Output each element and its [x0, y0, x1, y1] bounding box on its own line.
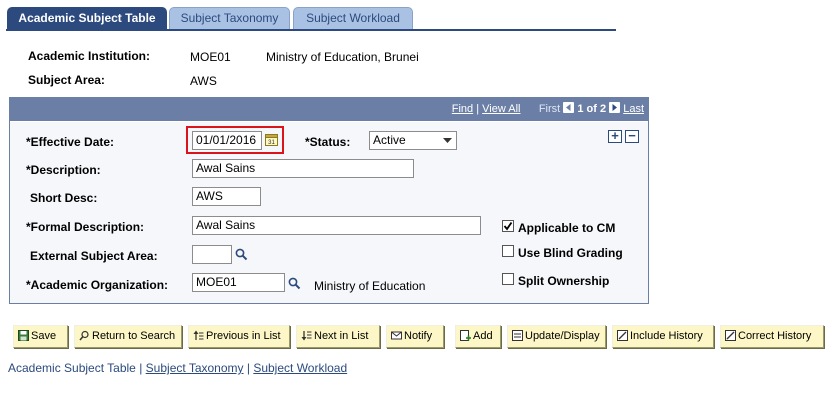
status-select[interactable]: Active — [369, 131, 457, 150]
short-desc-label: Short Desc: — [30, 191, 98, 205]
academic-organization-label: *Academic Organization: — [26, 278, 169, 292]
panel-header: Find | View All First 1 of 2 Last — [10, 98, 648, 122]
split-ownership-label: Split Ownership — [518, 274, 610, 288]
formal-description-label: *Formal Description: — [26, 220, 145, 234]
external-area-magnifier-icon[interactable] — [235, 248, 248, 264]
add-row-plus-icon[interactable]: + — [608, 129, 622, 143]
footer-separator: | — [246, 361, 250, 375]
chevron-down-icon — [443, 138, 452, 143]
footer-link-subject-taxonomy[interactable]: Subject Taxonomy — [146, 361, 244, 375]
find-link[interactable]: Find — [452, 103, 473, 115]
envelope-icon — [391, 331, 402, 340]
description-label: *Description: — [26, 163, 101, 177]
calendar-icon[interactable]: 31 — [265, 133, 278, 146]
save-icon — [18, 330, 29, 341]
footer-link-subject-workload[interactable]: Subject Workload — [253, 361, 347, 375]
nav-separator: | — [476, 103, 480, 115]
previous-arrow-icon[interactable] — [563, 102, 575, 113]
institution-label: Academic Institution: — [28, 49, 151, 63]
correct-history-button[interactable]: Correct History — [720, 325, 824, 348]
row-count: 1 of 2 — [577, 103, 607, 115]
include-history-button[interactable]: Include History — [612, 325, 714, 348]
update-display-label: Update/Display — [525, 330, 600, 342]
checkmark-icon — [503, 221, 513, 231]
applicable-to-cm-checkbox[interactable] — [502, 220, 514, 232]
status-value: Active — [373, 133, 406, 147]
panel-navigation: Find | View All First 1 of 2 Last — [452, 102, 644, 115]
correct-history-label: Correct History — [738, 330, 812, 342]
footer-links: Academic Subject Table | Subject Taxonom… — [8, 361, 347, 375]
previous-in-list-button[interactable]: Previous in List — [188, 325, 290, 348]
first-label: First — [538, 103, 561, 115]
use-blind-grading-label: Use Blind Grading — [518, 246, 623, 260]
return-search-icon — [79, 330, 89, 341]
institution-name: Ministry of Education, Brunei — [266, 50, 419, 64]
status-label: *Status: — [305, 135, 351, 149]
external-subject-area-input[interactable] — [192, 245, 232, 264]
return-to-search-label: Return to Search — [92, 330, 176, 342]
previous-in-list-label: Previous in List — [206, 330, 281, 342]
last-link[interactable]: Last — [623, 103, 644, 115]
tab-underline — [6, 29, 616, 31]
correct-history-icon — [725, 330, 736, 341]
next-in-list-button[interactable]: Next in List — [296, 325, 380, 348]
subject-area-label: Subject Area: — [28, 73, 105, 87]
add-button[interactable]: Add — [455, 325, 501, 348]
return-to-search-button[interactable]: Return to Search — [74, 325, 182, 348]
split-ownership-checkbox[interactable] — [502, 273, 514, 285]
svg-text:31: 31 — [268, 140, 275, 146]
institution-code: MOE01 — [190, 50, 231, 64]
external-subject-area-label: External Subject Area: — [30, 249, 158, 263]
footer-current-page: Academic Subject Table — [8, 361, 136, 375]
tab-subject-taxonomy[interactable]: Subject Taxonomy — [169, 7, 290, 29]
include-history-icon — [617, 330, 628, 341]
save-button[interactable]: Save — [13, 325, 68, 348]
academic-org-magnifier-icon[interactable] — [288, 277, 301, 293]
add-document-icon — [460, 330, 471, 341]
tab-academic-subject-table[interactable]: Academic Subject Table — [7, 7, 167, 29]
arrow-up-icon — [193, 330, 204, 340]
use-blind-grading-checkbox[interactable] — [502, 245, 514, 257]
tab-subject-workload[interactable]: Subject Workload — [293, 7, 413, 29]
applicable-to-cm-label: Applicable to CM — [518, 221, 616, 235]
include-history-label: Include History — [630, 330, 703, 342]
update-display-button[interactable]: Update/Display — [507, 325, 606, 348]
effective-date-label: *Effective Date: — [26, 135, 115, 149]
academic-organization-input[interactable]: MOE01 — [192, 273, 285, 292]
arrow-down-icon — [301, 331, 312, 341]
save-label: Save — [31, 330, 57, 342]
add-label: Add — [473, 330, 493, 342]
notify-button[interactable]: Notify — [386, 325, 444, 348]
subject-panel: Find | View All First 1 of 2 Last + − — [9, 97, 649, 304]
update-display-icon — [512, 330, 523, 341]
subject-area-value: AWS — [190, 74, 217, 88]
view-all-link[interactable]: View All — [482, 103, 520, 115]
academic-organization-description: Ministry of Education — [314, 279, 426, 293]
delete-row-minus-icon[interactable]: − — [625, 129, 639, 143]
effective-date-input[interactable]: 01/01/2016 — [192, 131, 262, 150]
next-arrow-icon[interactable] — [609, 102, 621, 113]
notify-label: Notify — [404, 330, 433, 342]
formal-description-input[interactable]: Awal Sains — [192, 216, 481, 235]
footer-separator: | — [139, 361, 143, 375]
description-input[interactable]: Awal Sains — [192, 159, 414, 178]
short-desc-input[interactable]: AWS — [192, 187, 261, 206]
next-in-list-label: Next in List — [314, 330, 369, 342]
